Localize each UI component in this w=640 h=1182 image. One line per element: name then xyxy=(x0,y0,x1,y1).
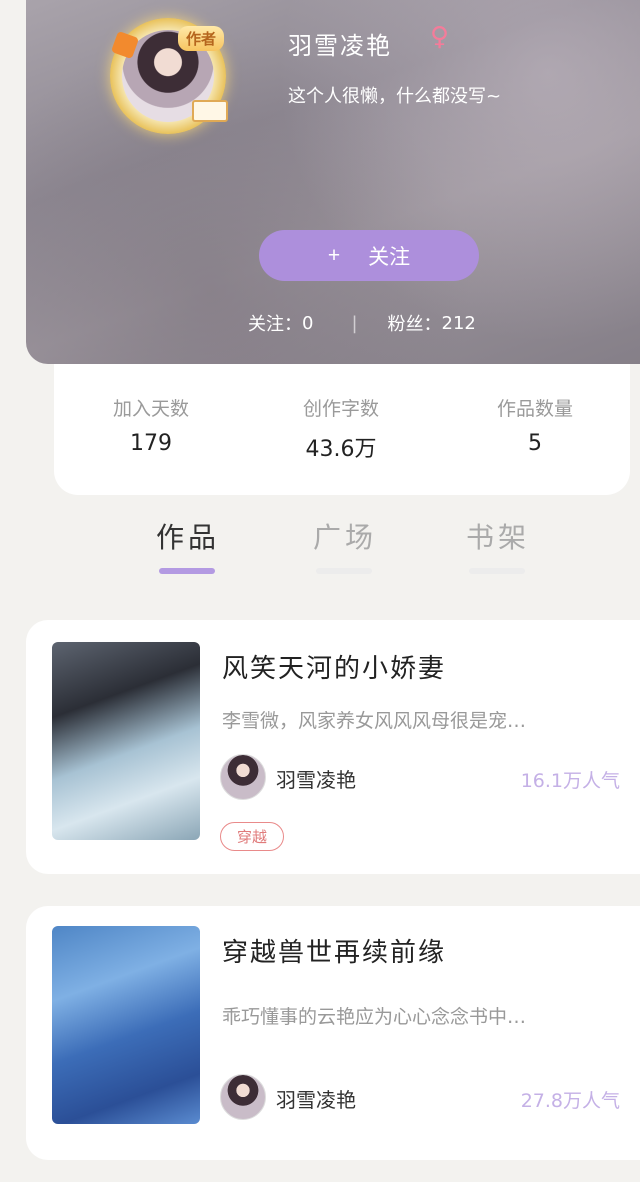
book-title[interactable]: 风笑天河的小娇妻 xyxy=(222,648,446,685)
follow-stats: 关注： 0 | 粉丝： 212 xyxy=(248,310,476,336)
tab-works[interactable]: 作品 xyxy=(156,516,220,556)
book-title[interactable]: 穿越兽世再续前缘 xyxy=(222,932,446,969)
stat-value: 5 xyxy=(528,431,542,456)
bio-text: 这个人很懒，什么都没写~ xyxy=(288,86,502,107)
stat-works-count: 作品数量 5 xyxy=(460,394,610,456)
username: 羽雪凌艳 xyxy=(288,32,392,60)
book-popularity: 27.8万人气 xyxy=(520,1090,620,1112)
author-mini-avatar[interactable] xyxy=(220,1074,266,1120)
stat-join-days: 加入天数 179 xyxy=(76,394,226,456)
tab-bookshelf[interactable]: 书架 xyxy=(466,516,530,556)
genre-tag[interactable]: 穿越 xyxy=(220,822,285,851)
profile-header: 作者 羽雪凌艳 ♀ 这个人很懒，什么都没写~ + 关注 关注： 0 | 粉丝： … xyxy=(26,0,640,364)
author-avatar[interactable]: 作者 xyxy=(92,8,238,142)
book-card[interactable]: 风笑天河的小娇妻 李雪微，风家养女风风风母很是宠… 羽雪凌艳 16.1万人气 穿… xyxy=(26,620,640,874)
author-badge: 作者 xyxy=(178,26,225,51)
stat-word-count: 创作字数 43.6万 xyxy=(266,394,416,463)
book-description: 李雪微，风家养女风风风母很是宠… xyxy=(222,710,527,732)
stat-label: 加入天数 xyxy=(112,398,189,420)
author-mini-avatar[interactable] xyxy=(220,754,266,800)
tab-works-underline xyxy=(159,568,215,574)
book-popularity: 16.1万人气 xyxy=(520,770,620,792)
fans-count[interactable]: 212 xyxy=(442,313,476,334)
stat-label: 作品数量 xyxy=(496,398,573,420)
tab-bookshelf-underline xyxy=(469,568,525,574)
following-count[interactable]: 0 xyxy=(302,313,313,334)
follow-label: 关注 xyxy=(368,245,411,269)
fans-label: 粉丝： xyxy=(387,314,442,335)
tab-square[interactable]: 广场 xyxy=(313,516,377,556)
follow-button[interactable]: + 关注 xyxy=(259,230,479,281)
plus-icon: + xyxy=(327,243,341,267)
tab-square-underline xyxy=(316,568,372,574)
book-icon xyxy=(192,100,228,122)
book-cover[interactable] xyxy=(52,642,200,840)
book-author[interactable]: 羽雪凌艳 xyxy=(276,1084,356,1113)
stat-label: 创作字数 xyxy=(302,398,379,420)
tab-bar: 作品 广场 书架 xyxy=(0,508,640,590)
female-icon: ♀ xyxy=(430,22,450,52)
book-cover[interactable] xyxy=(52,926,200,1124)
book-author[interactable]: 羽雪凌艳 xyxy=(276,764,356,793)
stat-value: 179 xyxy=(130,431,172,456)
book-description: 乖巧懂事的云艳应为心心念念书中… xyxy=(222,1006,527,1028)
book-card[interactable]: 穿越兽世再续前缘 乖巧懂事的云艳应为心心念念书中… 羽雪凌艳 27.8万人气 xyxy=(26,906,640,1160)
following-label: 关注： xyxy=(248,314,302,335)
stats-card: 加入天数 179 创作字数 43.6万 作品数量 5 xyxy=(54,364,630,495)
stat-value: 43.6万 xyxy=(305,437,377,462)
divider: | xyxy=(351,312,358,334)
